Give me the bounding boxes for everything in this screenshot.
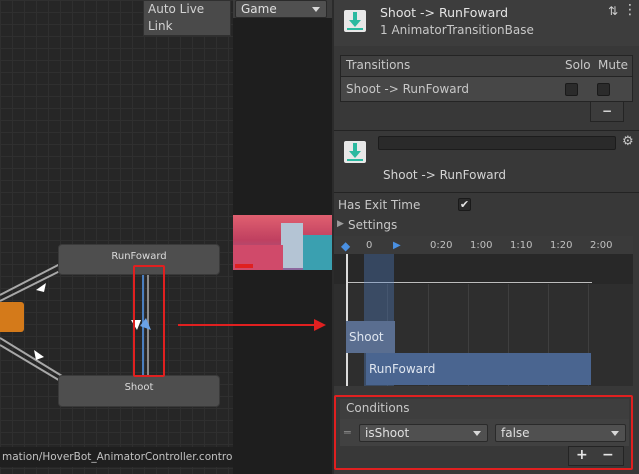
state-label: Shoot bbox=[124, 382, 154, 393]
gear-icon[interactable]: ⚙ bbox=[622, 134, 634, 149]
controller-path: mation/HoverBot_AnimatorController.contr… bbox=[0, 447, 233, 467]
has-exit-time-label: Has Exit Time bbox=[338, 198, 421, 212]
more-options-icon[interactable]: ⋮ bbox=[623, 2, 637, 18]
solo-checkbox[interactable] bbox=[565, 83, 578, 96]
clip-runforward-label: RunFoward bbox=[369, 362, 436, 376]
transition-highlight bbox=[133, 265, 165, 377]
inspector-subtitle: 1 AnimatorTransitionBase bbox=[380, 23, 534, 37]
transition-icon bbox=[342, 8, 368, 34]
timeline-tick: 1:00 bbox=[470, 240, 493, 251]
timeline-playhead[interactable] bbox=[346, 254, 348, 386]
condition-value: false bbox=[501, 426, 530, 440]
settings-sliders-icon[interactable]: ⇅ bbox=[608, 4, 618, 18]
mute-checkbox[interactable] bbox=[597, 83, 610, 96]
mute-label: Mute bbox=[598, 58, 629, 72]
state-label: RunFoward bbox=[111, 251, 167, 262]
transition-icon bbox=[342, 139, 368, 165]
drag-handle-icon[interactable]: ═ bbox=[344, 426, 351, 439]
condition-parameter-value: isShoot bbox=[365, 426, 410, 440]
transition-item-label: Shoot -> RunFoward bbox=[346, 82, 469, 96]
start-marker-icon[interactable]: ◆ bbox=[341, 239, 350, 253]
conditions-label: Conditions bbox=[346, 401, 410, 415]
settings-label[interactable]: Settings bbox=[348, 218, 397, 232]
game-dropdown-label: Game bbox=[241, 2, 277, 16]
game-view-dropdown[interactable]: Game bbox=[235, 0, 327, 18]
transitions-label: Transitions bbox=[346, 58, 411, 72]
has-exit-time-checkbox[interactable]: ✔ bbox=[458, 198, 471, 211]
red-arrow bbox=[178, 319, 326, 331]
transition-name: Shoot -> RunFoward bbox=[383, 168, 506, 182]
timeline-tick: 1:20 bbox=[550, 240, 573, 251]
divider bbox=[334, 192, 639, 193]
divider bbox=[334, 130, 639, 131]
state-node-shoot[interactable]: Shoot bbox=[58, 375, 220, 407]
state-node-orange[interactable] bbox=[0, 302, 24, 332]
timeline-tick: 1:10 bbox=[510, 240, 533, 251]
animator-graph[interactable]: Auto Live Link RunFoward Shoot mation/Ho… bbox=[0, 0, 233, 474]
add-condition-button[interactable]: + bbox=[576, 447, 588, 463]
condition-value-dropdown[interactable]: false bbox=[495, 424, 626, 442]
settings-foldout-icon[interactable]: ▶ bbox=[337, 219, 344, 229]
clip-shoot-label: Shoot bbox=[349, 330, 384, 344]
end-marker-icon[interactable]: ▶ bbox=[393, 240, 401, 251]
game-preview-image bbox=[233, 215, 332, 270]
remove-condition-button[interactable]: − bbox=[602, 447, 614, 463]
transition-name-field[interactable] bbox=[378, 136, 616, 150]
timeline-tick: 0:20 bbox=[430, 240, 453, 251]
timeline-tick: 0 bbox=[366, 240, 373, 251]
remove-transition-button[interactable]: − bbox=[590, 102, 624, 122]
condition-parameter-dropdown[interactable]: isShoot bbox=[359, 424, 488, 442]
inspector-title: Shoot -> RunFoward bbox=[380, 5, 509, 20]
timeline-tick: 2:00 bbox=[590, 240, 613, 251]
solo-label: Solo bbox=[565, 58, 591, 72]
